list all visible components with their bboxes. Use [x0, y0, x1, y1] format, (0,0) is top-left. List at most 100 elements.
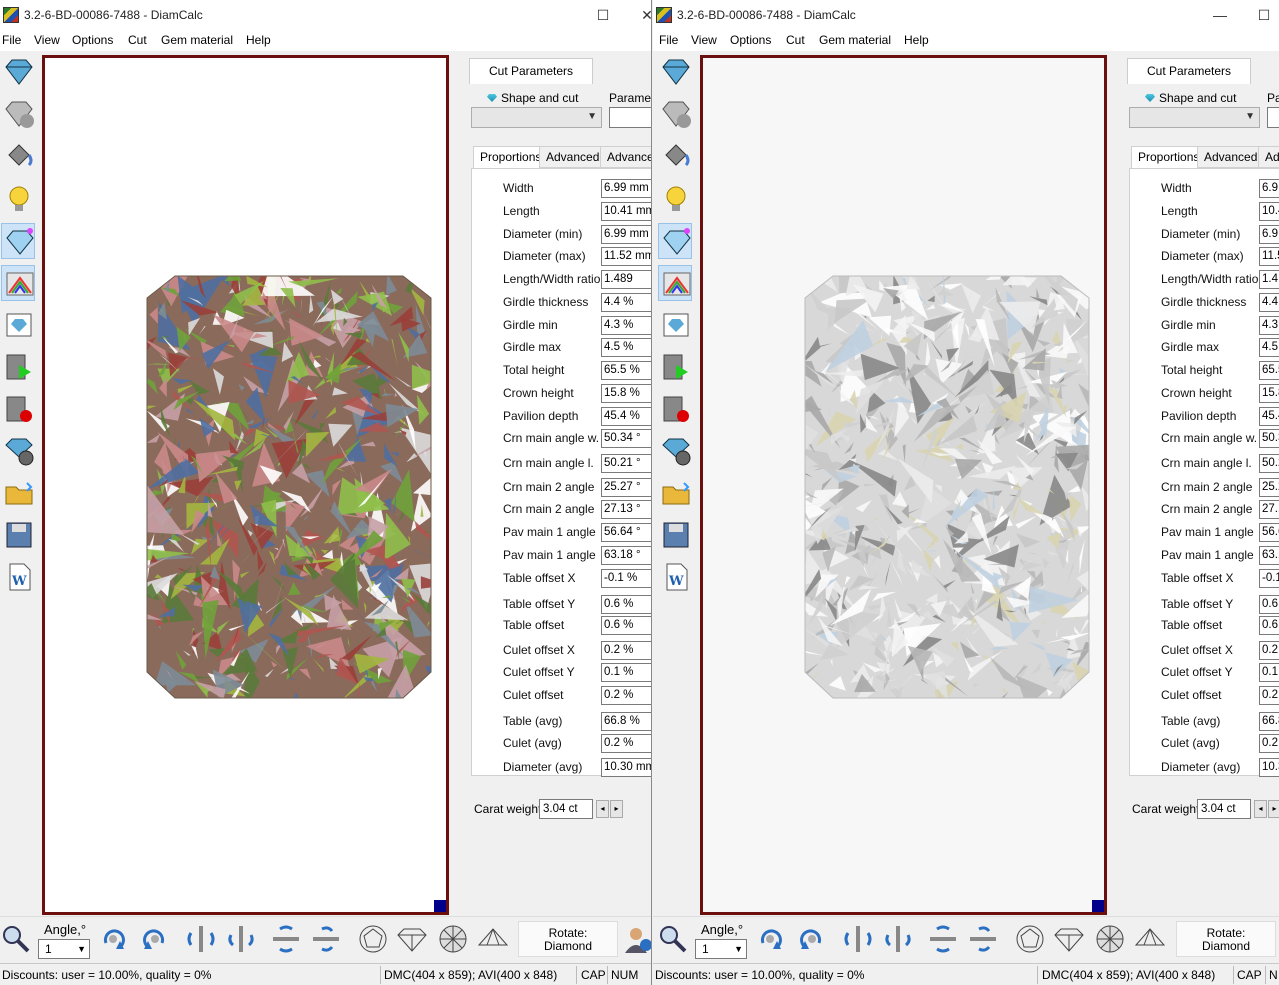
- light-bulb-tool-button[interactable]: [1, 181, 35, 217]
- diamond-view-tool-button[interactable]: [658, 55, 692, 91]
- param-value-field[interactable]: 27.1: [1259, 500, 1279, 519]
- carat-increase-button[interactable]: ▸: [1268, 800, 1279, 818]
- angle-select[interactable]: 1 ▼: [695, 939, 747, 959]
- param-value-field[interactable]: 0.2: [1259, 641, 1279, 660]
- param-value-field[interactable]: 0.2: [1259, 686, 1279, 705]
- tab-advanced-2[interactable]: Advanced: [600, 146, 651, 168]
- diamond-side-view-button[interactable]: [1053, 923, 1085, 955]
- rotate-cw-button[interactable]: [755, 923, 787, 955]
- flip-v-button[interactable]: [270, 923, 302, 955]
- rotate-ccw-button[interactable]: [138, 923, 170, 955]
- param-value-field[interactable]: 4.4 %: [601, 293, 651, 312]
- param-value-field[interactable]: 25.27 °: [601, 478, 651, 497]
- param-value-field[interactable]: 65.5: [1259, 361, 1279, 380]
- round-bottom-view-button[interactable]: [1094, 923, 1126, 955]
- param-value-field[interactable]: 45.4 %: [601, 407, 651, 426]
- param-value-field[interactable]: 1.4: [1259, 270, 1279, 289]
- tab-advanced-2[interactable]: Adv: [1258, 146, 1279, 168]
- param-value-field[interactable]: 4.3 %: [601, 316, 651, 335]
- rotate-diamond-button[interactable]: Rotate: Diamond: [1176, 921, 1276, 957]
- param-value-field[interactable]: 65.5 %: [601, 361, 651, 380]
- menu-cut[interactable]: Cut: [786, 33, 805, 47]
- param-value-field[interactable]: 10.3: [1259, 758, 1279, 777]
- param-value-field[interactable]: 50.2: [1259, 454, 1279, 473]
- diamond-sparkle-tool-button[interactable]: [1, 223, 35, 259]
- spectrum-tool-button[interactable]: [658, 265, 692, 301]
- carat-increase-button[interactable]: ▸: [610, 800, 623, 818]
- open-folder-tool-button[interactable]: [1, 475, 35, 511]
- param-value-field[interactable]: 0.2: [1259, 734, 1279, 753]
- param-value-field[interactable]: 0.6 %: [601, 595, 651, 614]
- diamond-view[interactable]: [700, 55, 1107, 915]
- tab-proportions[interactable]: Proportions: [1131, 146, 1207, 169]
- menu-gem-material[interactable]: Gem material: [819, 33, 891, 47]
- spectrum-tool-button[interactable]: [1, 265, 35, 301]
- param-value-field[interactable]: 45.4: [1259, 407, 1279, 426]
- param-value-field[interactable]: 4.3: [1259, 316, 1279, 335]
- tab-cut-parameters[interactable]: Cut Parameters: [1127, 58, 1251, 84]
- zoom-button[interactable]: [0, 923, 32, 955]
- param-value-field[interactable]: 15.8 %: [601, 384, 651, 403]
- param-value-field[interactable]: 50.21 °: [601, 454, 651, 473]
- rotate-cw-button[interactable]: [98, 923, 130, 955]
- param-value-field[interactable]: 4.5 %: [601, 338, 651, 357]
- shape-and-cut-select[interactable]: ▼: [1129, 107, 1260, 128]
- round-bottom-view-button[interactable]: [437, 923, 469, 955]
- round-top-view-button[interactable]: [357, 923, 389, 955]
- flip-h-button[interactable]: [842, 923, 874, 955]
- save-tool-button[interactable]: [1, 517, 35, 553]
- menu-gem-material[interactable]: Gem material: [161, 33, 233, 47]
- light-bulb-tool-button[interactable]: [658, 181, 692, 217]
- param-value-field[interactable]: 56.6: [1259, 523, 1279, 542]
- param-value-field[interactable]: 63.1: [1259, 546, 1279, 565]
- carat-decrease-button[interactable]: ◂: [596, 800, 609, 818]
- flip-h2-button[interactable]: [882, 923, 914, 955]
- word-export-tool-button[interactable]: W: [1, 559, 35, 595]
- menu-help[interactable]: Help: [246, 33, 271, 47]
- maximize-button[interactable]: ☐: [1253, 4, 1275, 26]
- title-bar[interactable]: 3.2-6-BD-00086-7488 - DiamCalc — ☐: [653, 0, 1279, 30]
- parameters-field[interactable]: [609, 107, 651, 128]
- title-bar[interactable]: 3.2-6-BD-00086-7488 - DiamCalc ☐ ✕: [0, 0, 651, 30]
- diamond-gray-tool-button[interactable]: [658, 97, 692, 133]
- param-value-field[interactable]: 0.6: [1259, 595, 1279, 614]
- paint-bucket-tool-button[interactable]: [1, 139, 35, 175]
- tab-advanced[interactable]: Advanced: [539, 146, 607, 168]
- diamond-view[interactable]: [42, 55, 449, 915]
- flip-v2-button[interactable]: [310, 923, 342, 955]
- save-tool-button[interactable]: [658, 517, 692, 553]
- param-value-field[interactable]: 1.489: [601, 270, 651, 289]
- carat-decrease-button[interactable]: ◂: [1254, 800, 1267, 818]
- zoom-button[interactable]: [657, 923, 689, 955]
- param-value-field[interactable]: 25.2: [1259, 478, 1279, 497]
- diamond-view-tool-button[interactable]: [1, 55, 35, 91]
- flip-v-button[interactable]: [927, 923, 959, 955]
- param-value-field[interactable]: 6.9: [1259, 179, 1279, 198]
- param-value-field[interactable]: 50.3: [1259, 429, 1279, 448]
- param-value-field[interactable]: 6.9: [1259, 225, 1279, 244]
- pavilion-view-button[interactable]: [477, 923, 509, 955]
- diamond-sparkle-tool-button[interactable]: [658, 223, 692, 259]
- param-value-field[interactable]: -0.1 %: [601, 569, 651, 588]
- tab-cut-parameters[interactable]: Cut Parameters: [469, 58, 593, 84]
- param-value-field[interactable]: 10.30 mm: [601, 758, 651, 777]
- maximize-button[interactable]: ☐: [592, 4, 614, 26]
- param-value-field[interactable]: 4.5: [1259, 338, 1279, 357]
- paint-bucket-tool-button[interactable]: [658, 139, 692, 175]
- param-value-field[interactable]: 10.4: [1259, 202, 1279, 221]
- param-value-field[interactable]: 0.6 %: [601, 616, 651, 635]
- param-value-field[interactable]: 63.18 °: [601, 546, 651, 565]
- diamond-wheel-tool-button[interactable]: [658, 433, 692, 469]
- diamond-wheel-tool-button[interactable]: [1, 433, 35, 469]
- rotate-ccw-button[interactable]: [795, 923, 827, 955]
- param-value-field[interactable]: 0.1: [1259, 663, 1279, 682]
- angle-select[interactable]: 1 ▼: [38, 939, 90, 959]
- flip-h2-button[interactable]: [225, 923, 257, 955]
- video-play-tool-button[interactable]: [658, 349, 692, 385]
- shape-and-cut-select[interactable]: ▼: [471, 107, 602, 128]
- menu-view[interactable]: View: [34, 33, 60, 47]
- pavilion-view-button[interactable]: [1134, 923, 1166, 955]
- diamond-side-view-button[interactable]: [396, 923, 428, 955]
- param-value-field[interactable]: 10.41 mm: [601, 202, 651, 221]
- param-value-field[interactable]: 4.4: [1259, 293, 1279, 312]
